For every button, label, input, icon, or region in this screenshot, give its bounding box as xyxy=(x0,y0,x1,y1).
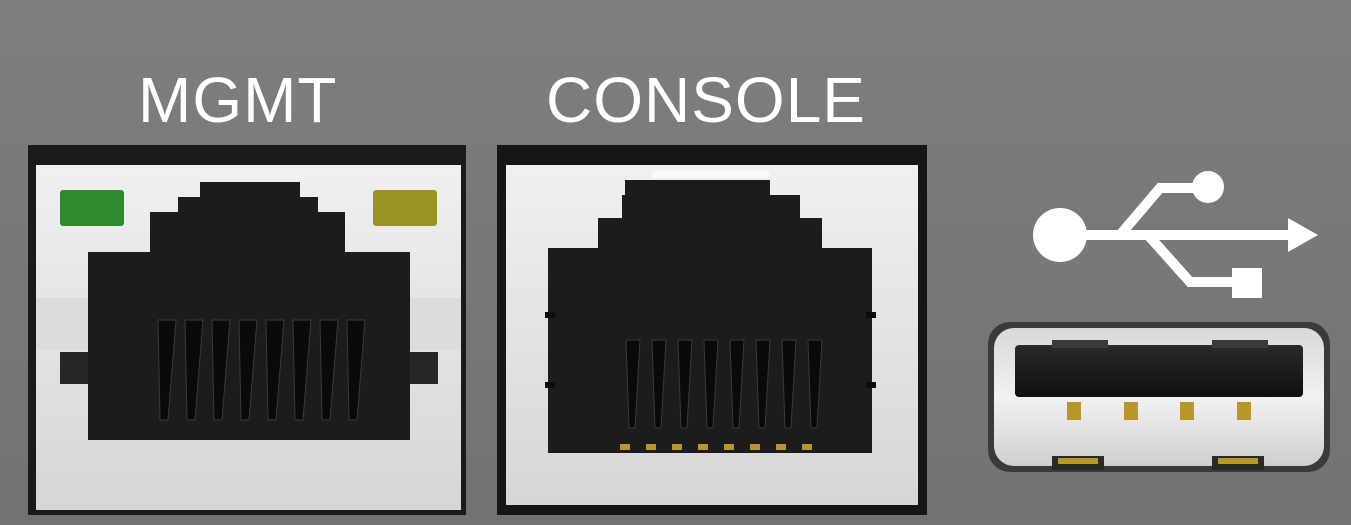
device-faceplate: MGMT CONSOLE xyxy=(0,0,1351,525)
mgmt-activity-led xyxy=(373,190,437,226)
usb-port-tongue xyxy=(1015,345,1303,397)
mgmt-link-led xyxy=(60,190,124,226)
mgmt-port[interactable] xyxy=(28,145,466,515)
usb-icon xyxy=(1033,171,1318,298)
console-port[interactable] xyxy=(497,145,927,515)
ports-illustration xyxy=(28,145,1330,515)
usb-port[interactable] xyxy=(988,322,1330,472)
